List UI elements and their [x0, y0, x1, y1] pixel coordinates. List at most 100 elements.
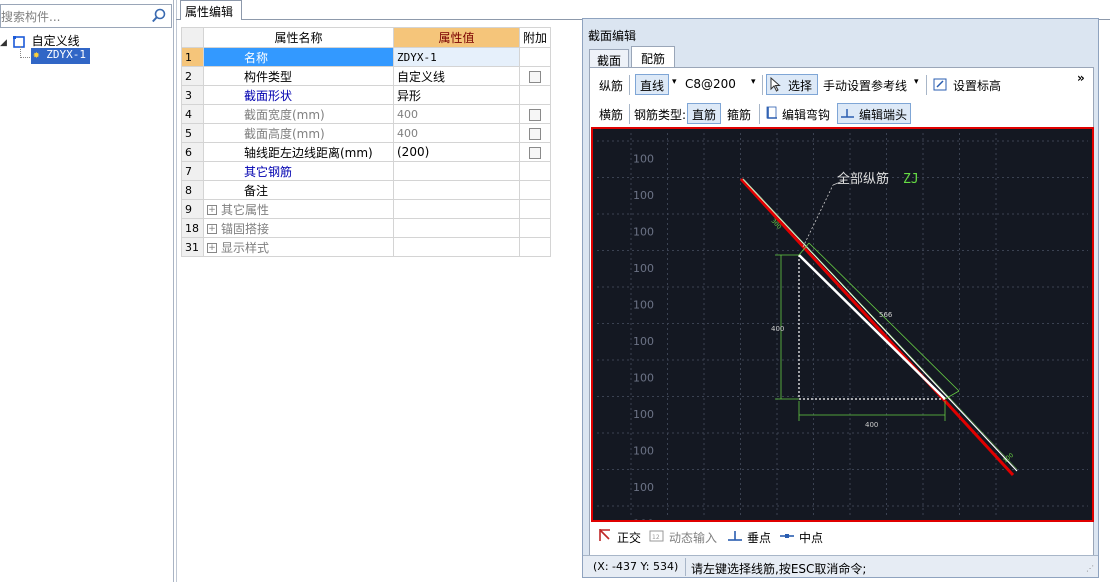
row-number: 8	[181, 180, 204, 200]
row-name[interactable]: 其它钢筋	[203, 161, 394, 181]
row-value[interactable]	[393, 199, 520, 219]
rebar-spec-combo[interactable]: C8@200	[685, 77, 736, 91]
ortho-button[interactable]: 正交	[617, 529, 641, 546]
expand-icon[interactable]: +	[207, 205, 217, 215]
table-row[interactable]: 4 截面宽度(mm) 400	[181, 104, 552, 124]
row-name[interactable]: 轴线距左边线距离(mm)	[203, 142, 394, 162]
dialog-title: 截面编辑	[588, 29, 637, 43]
row-name[interactable]: 截面宽度(mm)	[203, 104, 394, 124]
axis-label: 100	[633, 481, 654, 494]
row-name[interactable]: 构件类型	[203, 66, 394, 86]
search-input[interactable]: 搜索构件...	[1, 8, 60, 25]
table-row[interactable]: 7 其它钢筋	[181, 161, 552, 181]
expand-icon[interactable]: +	[207, 243, 217, 253]
row-name[interactable]: 截面形状	[203, 85, 394, 105]
tree-child-node[interactable]: ✸ ZDYX-1	[31, 48, 90, 64]
extra-checkbox[interactable]	[529, 108, 541, 121]
row-value[interactable]: 异形	[393, 85, 520, 105]
dim-diagonal-text: 566	[879, 311, 893, 319]
dynamic-input-button[interactable]: 动态输入	[669, 529, 717, 546]
tab-section[interactable]: 截面	[589, 49, 629, 68]
row-name[interactable]: + 显示样式	[203, 237, 394, 257]
manual-ref-line-button[interactable]: 手动设置参考线	[823, 77, 907, 94]
row-extra	[518, 199, 552, 219]
row-value[interactable]	[393, 237, 520, 257]
table-row[interactable]: 3 截面形状 异形	[181, 85, 552, 105]
perpendicular-button[interactable]: 垂点	[747, 529, 771, 546]
dim-vertical-text: 400	[771, 325, 784, 333]
resize-grip-icon[interactable]: ⋰	[1086, 564, 1094, 573]
header-value[interactable]: 属性值	[393, 27, 520, 48]
midpoint-button[interactable]: 中点	[799, 529, 823, 546]
row-value[interactable]	[393, 218, 520, 238]
row-extra	[518, 180, 552, 200]
row-number: 7	[181, 161, 204, 181]
search-icon[interactable]	[151, 8, 167, 24]
rebar-diagonal-selected	[798, 254, 946, 400]
dim-horizontal-text: 400	[865, 421, 878, 429]
header-name[interactable]: 属性名称	[203, 27, 394, 48]
header-extra[interactable]: 附加	[518, 27, 552, 48]
axis-label: 100	[633, 371, 654, 384]
table-row[interactable]: 9 + 其它属性	[181, 199, 552, 219]
table-row[interactable]: 31 + 显示样式	[181, 237, 552, 257]
axis-label: 100	[633, 335, 654, 348]
canvas-grid	[597, 133, 1088, 516]
rebar-type-label: 钢筋类型:	[634, 108, 687, 122]
expand-icon[interactable]: +	[207, 224, 217, 234]
set-elevation-button[interactable]: 设置标高	[953, 77, 1001, 94]
small-dim-label: 100	[1002, 452, 1015, 465]
row-value[interactable]: (200)	[393, 142, 520, 162]
row-value[interactable]: 400	[393, 104, 520, 124]
row-value[interactable]: ZDYX-1	[393, 47, 520, 67]
row-value[interactable]: 自定义线	[393, 66, 520, 86]
table-row[interactable]: 1 名称 ZDYX-1	[181, 47, 552, 67]
row-name-text: 锚固搭接	[221, 221, 270, 236]
row-name[interactable]: 备注	[203, 180, 394, 200]
annotation-leader	[802, 184, 834, 248]
line-dropdown-icon[interactable]: ▾	[672, 77, 677, 87]
stirrup-button[interactable]: 箍筋	[727, 106, 751, 123]
row-name[interactable]: 截面高度(mm)	[203, 123, 394, 143]
row-name[interactable]: + 其它属性	[203, 199, 394, 219]
row-value[interactable]	[393, 161, 520, 181]
rebar-dropdown-icon[interactable]: ▾	[751, 77, 756, 87]
table-row[interactable]: 6 轴线距左边线距离(mm) (200)	[181, 142, 552, 162]
table-row[interactable]: 2 构件类型 自定义线	[181, 66, 552, 86]
tab-property-edit[interactable]: 属性编辑	[180, 0, 242, 20]
canvas-drawing[interactable]: 100 100 100 100 100 100 100 100 100 100 100 全部纵筋 Z…	[593, 129, 1092, 530]
toolbar-overflow-icon[interactable]: »	[1077, 71, 1085, 85]
row-extra	[518, 218, 552, 238]
tree-child-label: ZDYX-1	[46, 48, 86, 61]
component-tree-panel: 搜索构件... ◢ 自定义线 ✸ ZDYX-1	[0, 0, 174, 582]
separator	[762, 75, 763, 95]
row-value[interactable]	[393, 180, 520, 200]
row-number: 2	[181, 66, 204, 86]
table-row[interactable]: 5 截面高度(mm) 400	[181, 123, 552, 143]
coord-readout: (X: -437 Y: 534)	[593, 560, 679, 573]
separator	[685, 558, 686, 576]
ref-dropdown-icon[interactable]: ▾	[914, 77, 919, 87]
drawing-canvas[interactable]: 100 100 100 100 100 100 100 100 100 100 100 全部纵筋 Z…	[591, 127, 1094, 530]
tab-rebar[interactable]: 配筋	[631, 46, 675, 68]
extra-checkbox[interactable]	[529, 127, 541, 140]
row-number: 31	[181, 237, 204, 257]
row-number: 5	[181, 123, 204, 143]
row-value[interactable]: 400	[393, 123, 520, 143]
status-message: 请左键选择线筋,按ESC取消命令;	[691, 562, 867, 576]
table-row[interactable]: 8 备注	[181, 180, 552, 200]
collapse-icon[interactable]: ◢	[0, 38, 9, 48]
table-row[interactable]: 18 + 锚固搭接	[181, 218, 552, 238]
search-box[interactable]: 搜索构件...	[0, 4, 172, 28]
row-name[interactable]: 名称	[203, 47, 394, 67]
status-bar: (X: -437 Y: 534) 请左键选择线筋,按ESC取消命令; ⋰	[583, 555, 1098, 577]
edit-hook-button[interactable]: 编辑弯钩	[782, 106, 830, 123]
row-name[interactable]: + 锚固搭接	[203, 218, 394, 238]
separator	[629, 104, 630, 124]
tree-root-node[interactable]: ◢ 自定义线	[0, 32, 80, 49]
separator	[926, 75, 927, 95]
extra-checkbox[interactable]	[529, 146, 541, 159]
row-number: 1	[181, 47, 204, 67]
section-edit-dialog: 截面编辑 截面 配筋 纵筋 直线 ▾ C8@200 ▾ 选择 手动设置参考线 ▾…	[582, 18, 1099, 578]
extra-checkbox[interactable]	[529, 70, 541, 83]
